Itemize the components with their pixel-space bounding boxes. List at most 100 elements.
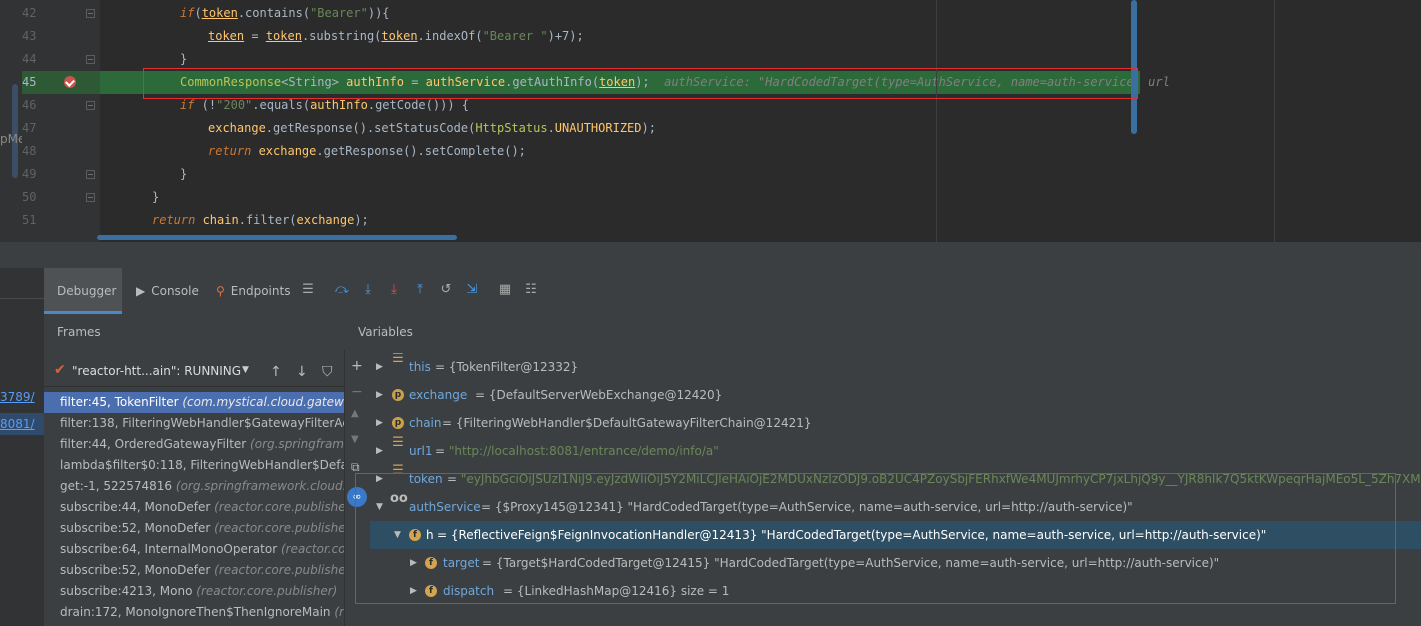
frame-item[interactable]: lambda$filter$0:118, FilteringWebHandler… [44, 455, 344, 476]
variable-name: this [409, 360, 431, 374]
code-token: . [547, 121, 555, 135]
keyword: if [180, 98, 195, 112]
variable-name: url1 [409, 444, 433, 458]
string-literal: "Bearer" [310, 6, 368, 20]
line-number: 43 [22, 29, 37, 43]
fold-icon[interactable] [86, 9, 95, 18]
fold-icon[interactable] [86, 101, 95, 110]
code-editor[interactable]: pMe 42 43 44 45 46 47 48 49 50 51 if(tok… [0, 0, 1421, 242]
line-number: 48 [22, 144, 37, 158]
line-number: 47 [22, 121, 37, 135]
code-token: .equals( [252, 98, 311, 112]
frame-item[interactable]: subscribe:44, MonoDefer (reactor.core.pu… [44, 497, 344, 518]
code-line-48: return exchange.getResponse().setComplet… [208, 140, 526, 163]
run-to-cursor-icon[interactable]: ⇲ [464, 282, 480, 298]
horizontal-scrollbar[interactable] [97, 235, 457, 240]
code-line-42: if(token.contains("Bearer")){ [180, 2, 390, 25]
line-number-current: 45 [22, 75, 37, 89]
variable-row[interactable]: ▶ p chain = {FilteringWebHandler$Default… [370, 409, 1421, 437]
trace-icon[interactable]: ☷ [523, 282, 539, 298]
object-icon: ☰ [392, 353, 404, 366]
remove-watch-icon[interactable]: − [351, 384, 363, 400]
code-token: .filter( [238, 213, 297, 227]
tab-console-label: Console [151, 284, 199, 298]
drop-frame-icon[interactable]: ↺ [438, 282, 454, 298]
add-watch-icon[interactable]: + [351, 358, 363, 374]
frame-item[interactable]: subscribe:64, InternalMonoOperator (reac… [44, 539, 344, 560]
fold-icon[interactable] [86, 55, 95, 64]
force-step-into-icon[interactable]: ⤓ [386, 282, 402, 298]
editor-divider [1274, 0, 1275, 242]
variable-name: exchange [409, 388, 468, 402]
code-token: token [265, 29, 302, 43]
frame-item[interactable]: filter:45, TokenFilter (com.mystical.clo… [44, 392, 344, 413]
tab-endpoints[interactable]: ⚲ Endpoints [216, 268, 290, 314]
variable-value: = {TokenFilter@12332} [435, 360, 579, 374]
frame-item[interactable]: subscribe:52, MonoDefer (reactor.core.pu… [44, 560, 344, 581]
frame-item[interactable]: get:-1, 522574816 (org.springframework.c… [44, 476, 344, 497]
vertical-scrollbar[interactable] [1131, 0, 1137, 134]
code-token: ( [194, 6, 202, 20]
chevron-down-icon: ▼ [242, 365, 249, 375]
fold-icon[interactable] [86, 170, 95, 179]
chevron-right-icon[interactable]: ▶ [376, 437, 383, 465]
arrow-up-icon[interactable]: ↑ [270, 364, 282, 380]
left-tool-strip: pMe [0, 0, 25, 242]
breakpoint-icon[interactable] [64, 76, 76, 88]
code-token: .getResponse().setComplete(); [316, 144, 526, 158]
arrow-down-icon[interactable]: ↓ [296, 364, 308, 380]
url-link[interactable]: 3789/ [0, 390, 35, 404]
frame-item[interactable]: drain:172, MonoIgnoreThen$ThenIgnoreMain… [44, 602, 344, 623]
variable-value: = "http://localhost:8081/entrance/demo/i… [435, 444, 719, 458]
frame-item[interactable]: filter:138, FilteringWebHandler$GatewayF… [44, 413, 344, 434]
frame-item[interactable]: subscribe:52, MonoDefer (reactor.core.pu… [44, 518, 344, 539]
move-down-icon[interactable]: ▼ [351, 434, 359, 445]
filter-icon[interactable]: ⛉ [322, 364, 333, 380]
chevron-right-icon[interactable]: ▶ [376, 381, 383, 409]
layout-menu-icon[interactable]: ☰ [300, 282, 316, 298]
move-up-icon[interactable]: ▲ [351, 408, 359, 419]
code-token: chain [195, 213, 239, 227]
code-token: exchange [296, 213, 355, 227]
code-token: exchange [251, 144, 317, 158]
variable-row[interactable]: ▶ ☰ url1 = "http://localhost:8081/entran… [370, 436, 1421, 465]
frame-item[interactable]: subscribe:4213, Mono (reactor.core.publi… [44, 581, 344, 602]
endpoints-icon: ⚲ [216, 284, 225, 298]
code-token: token [201, 6, 238, 20]
line-number: 42 [22, 6, 37, 20]
frame-item[interactable]: filter:44, OrderedGatewayFilter (org.spr… [44, 434, 344, 455]
variables-title: Variables [358, 325, 413, 339]
chevron-right-icon[interactable]: ▶ [376, 409, 383, 437]
console-icon: ▶ [136, 284, 146, 298]
code-line-51: return chain.filter(exchange); [152, 209, 369, 232]
annotation-box-variables [355, 473, 1396, 604]
tab-endpoints-label: Endpoints [230, 284, 291, 298]
keyword: return [208, 144, 252, 158]
code-token: .getResponse().setStatusCode( [265, 121, 476, 135]
code-token: .substring( [301, 29, 382, 43]
code-token: authInfo [310, 98, 368, 112]
string-literal: "Bearer " [482, 29, 548, 43]
annotation-box-code [143, 68, 1138, 99]
parameter-icon: p [392, 417, 404, 429]
keyword: return [152, 213, 196, 227]
code-line-49: } [180, 167, 188, 181]
code-line-47: exchange.getResponse().setStatusCode(Htt… [208, 117, 656, 140]
evaluate-expression-icon[interactable]: ▦ [497, 282, 513, 298]
code-token: .contains( [237, 6, 311, 20]
step-into-icon[interactable]: ⤓ [360, 282, 376, 298]
tab-console[interactable]: ▶ Console [136, 268, 199, 314]
line-number: 51 [22, 213, 37, 227]
tab-debugger[interactable]: Debugger [44, 268, 122, 314]
variable-row[interactable]: ▶ ☰ this = {TokenFilter@12332} [370, 353, 1421, 381]
fold-icon[interactable] [86, 193, 95, 202]
url-link[interactable]: 8081/ [0, 417, 35, 431]
code-line-50: } [152, 190, 160, 204]
type-name: HttpStatus [475, 121, 548, 135]
code-token: .indexOf( [417, 29, 483, 43]
chevron-right-icon[interactable]: ▶ [376, 353, 383, 381]
code-token: token [208, 29, 245, 43]
variable-row[interactable]: ▶ p exchange = {DefaultServerWebExchange… [370, 381, 1421, 409]
step-out-icon[interactable]: ⤒ [412, 282, 428, 298]
step-over-icon[interactable]: ⤼ [334, 282, 350, 298]
